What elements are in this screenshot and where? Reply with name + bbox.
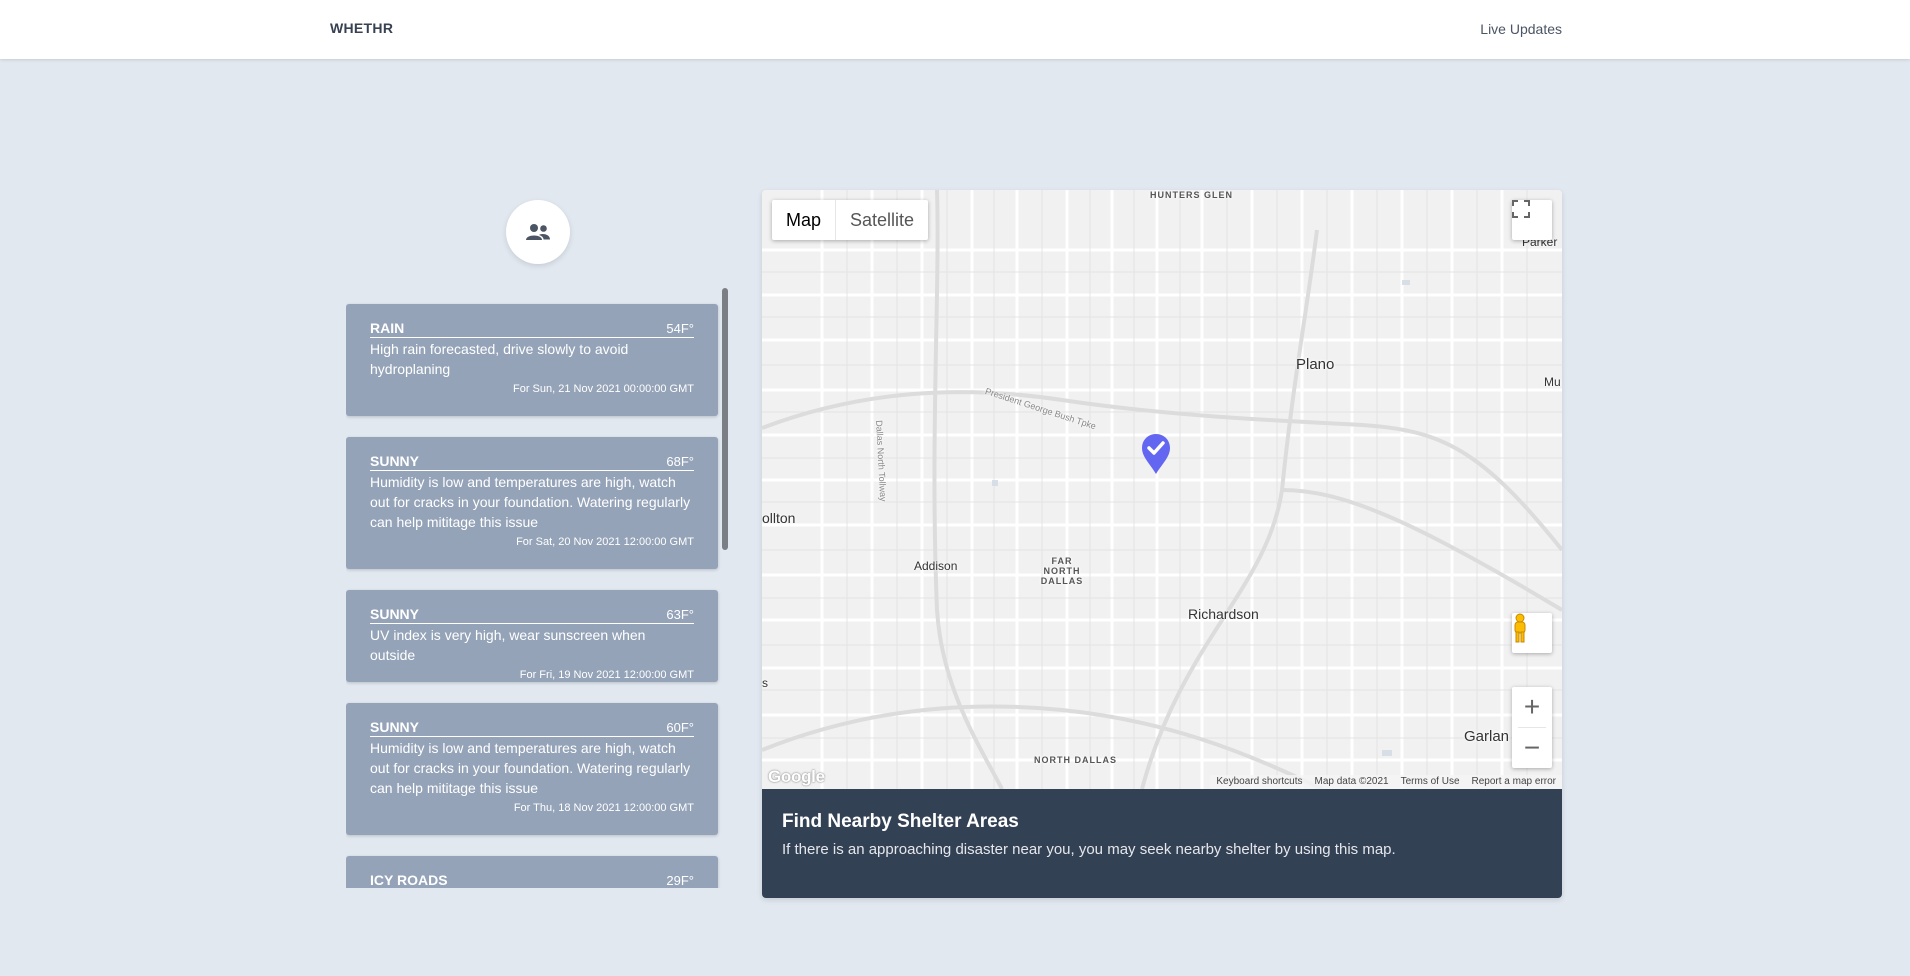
map-marker[interactable] bbox=[1140, 433, 1172, 475]
map-canvas[interactable]: HUNTERS GLEN Parker Plano Mu ollton Addi… bbox=[762, 190, 1562, 789]
location-check-icon bbox=[1142, 434, 1170, 474]
alert-message: High rain forecasted, drive slowly to av… bbox=[370, 341, 629, 377]
map-label-hunters-glen: HUNTERS GLEN bbox=[1150, 190, 1234, 200]
terms-of-use-link[interactable]: Terms of Use bbox=[1401, 775, 1460, 789]
feed-scrollbar[interactable] bbox=[722, 288, 730, 550]
alert-date: For Fri, 19 Nov 2021 12:00:00 GMT bbox=[519, 669, 694, 681]
map-label-far-north-dallas: FAR NORTH DALLAS bbox=[1040, 556, 1084, 586]
alert-type: SUNNY bbox=[370, 453, 420, 469]
alert-temp: 60F° bbox=[666, 720, 694, 735]
map-type-satellite-button[interactable]: Satellite bbox=[836, 200, 928, 240]
alert-date: For Sat, 20 Nov 2021 12:00:00 GMT bbox=[516, 536, 694, 548]
alert-date: For Thu, 18 Nov 2021 12:00:00 GMT bbox=[513, 802, 694, 814]
fullscreen-icon bbox=[1512, 200, 1530, 218]
zoom-out-button[interactable]: − bbox=[1512, 728, 1552, 768]
map-label-addison: Addison bbox=[914, 559, 958, 573]
map-type-map-button[interactable]: Map bbox=[772, 200, 837, 240]
map-label-north-dallas: NORTH DALLAS bbox=[1034, 755, 1117, 765]
shelter-map-panel: HUNTERS GLEN Parker Plano Mu ollton Addi… bbox=[762, 190, 1562, 898]
alert-type: ICY ROADS bbox=[370, 872, 448, 888]
alert-card[interactable]: SUNNY 68F° Humidity is low and temperatu… bbox=[346, 437, 718, 569]
google-logo[interactable]: Google bbox=[768, 767, 825, 787]
alert-type: SUNNY bbox=[370, 606, 420, 622]
map-data-text: Map data ©2021 bbox=[1314, 776, 1389, 787]
top-navbar: WHETHR Live Updates bbox=[0, 0, 1910, 59]
map-footer-text: If there is an approaching disaster near… bbox=[782, 841, 1396, 858]
zoom-control: + − bbox=[1512, 687, 1552, 768]
alert-temp: 29F° bbox=[666, 873, 694, 888]
users-icon bbox=[526, 224, 550, 240]
alert-message: Humidity is low and temperatures are hig… bbox=[370, 474, 691, 530]
pegman-icon bbox=[1514, 613, 1526, 643]
report-map-error-link[interactable]: Report a map error bbox=[1472, 775, 1556, 789]
users-button[interactable] bbox=[506, 200, 570, 264]
alert-type: RAIN bbox=[370, 320, 405, 336]
alert-message: Humidity is low and temperatures are hig… bbox=[370, 740, 691, 796]
alert-message: UV index is very high, wear sunscreen wh… bbox=[370, 627, 646, 663]
map-info-footer: Find Nearby Shelter Areas If there is an… bbox=[762, 789, 1562, 898]
alert-type: SUNNY bbox=[370, 719, 420, 735]
keyboard-shortcuts-link[interactable]: Keyboard shortcuts bbox=[1216, 775, 1302, 789]
brand-logo[interactable]: WHETHR bbox=[330, 20, 393, 36]
map-label-garland: Garlan bbox=[1464, 728, 1510, 745]
alert-card[interactable]: SUNNY 63F° UV index is very high, wear s… bbox=[346, 590, 718, 682]
alert-temp: 63F° bbox=[666, 607, 694, 622]
map-attribution: Keyboard shortcuts Map data ©2021 Terms … bbox=[1210, 775, 1562, 789]
live-updates-link[interactable]: Live Updates bbox=[1480, 21, 1562, 37]
feed-clip bbox=[346, 888, 730, 908]
fullscreen-button[interactable] bbox=[1512, 200, 1552, 240]
alert-temp: 54F° bbox=[666, 321, 694, 336]
feed-scrollbar-thumb[interactable] bbox=[722, 288, 728, 550]
map-label-mu: Mu bbox=[1544, 375, 1561, 389]
alert-temp: 68F° bbox=[666, 454, 694, 469]
street-view-pegman[interactable] bbox=[1512, 613, 1552, 653]
alert-card[interactable]: RAIN 54F° High rain forecasted, drive sl… bbox=[346, 304, 718, 416]
map-label-richardson: Richardson bbox=[1188, 606, 1259, 622]
alert-card[interactable]: ICY ROADS 29F° bbox=[346, 856, 718, 888]
map-label-plano: Plano bbox=[1296, 356, 1335, 373]
zoom-in-button[interactable]: + bbox=[1512, 687, 1552, 727]
alert-feed[interactable]: RAIN 54F° High rain forecasted, drive sl… bbox=[346, 288, 730, 888]
map-label-carrollton: ollton bbox=[762, 510, 796, 526]
alert-date: For Sun, 21 Nov 2021 00:00:00 GMT bbox=[513, 383, 694, 395]
map-footer-title: Find Nearby Shelter Areas bbox=[782, 811, 1019, 832]
map-label-s-edge: s bbox=[762, 676, 768, 690]
alert-card[interactable]: SUNNY 60F° Humidity is low and temperatu… bbox=[346, 703, 718, 835]
map-type-control: Map Satellite bbox=[772, 200, 929, 240]
